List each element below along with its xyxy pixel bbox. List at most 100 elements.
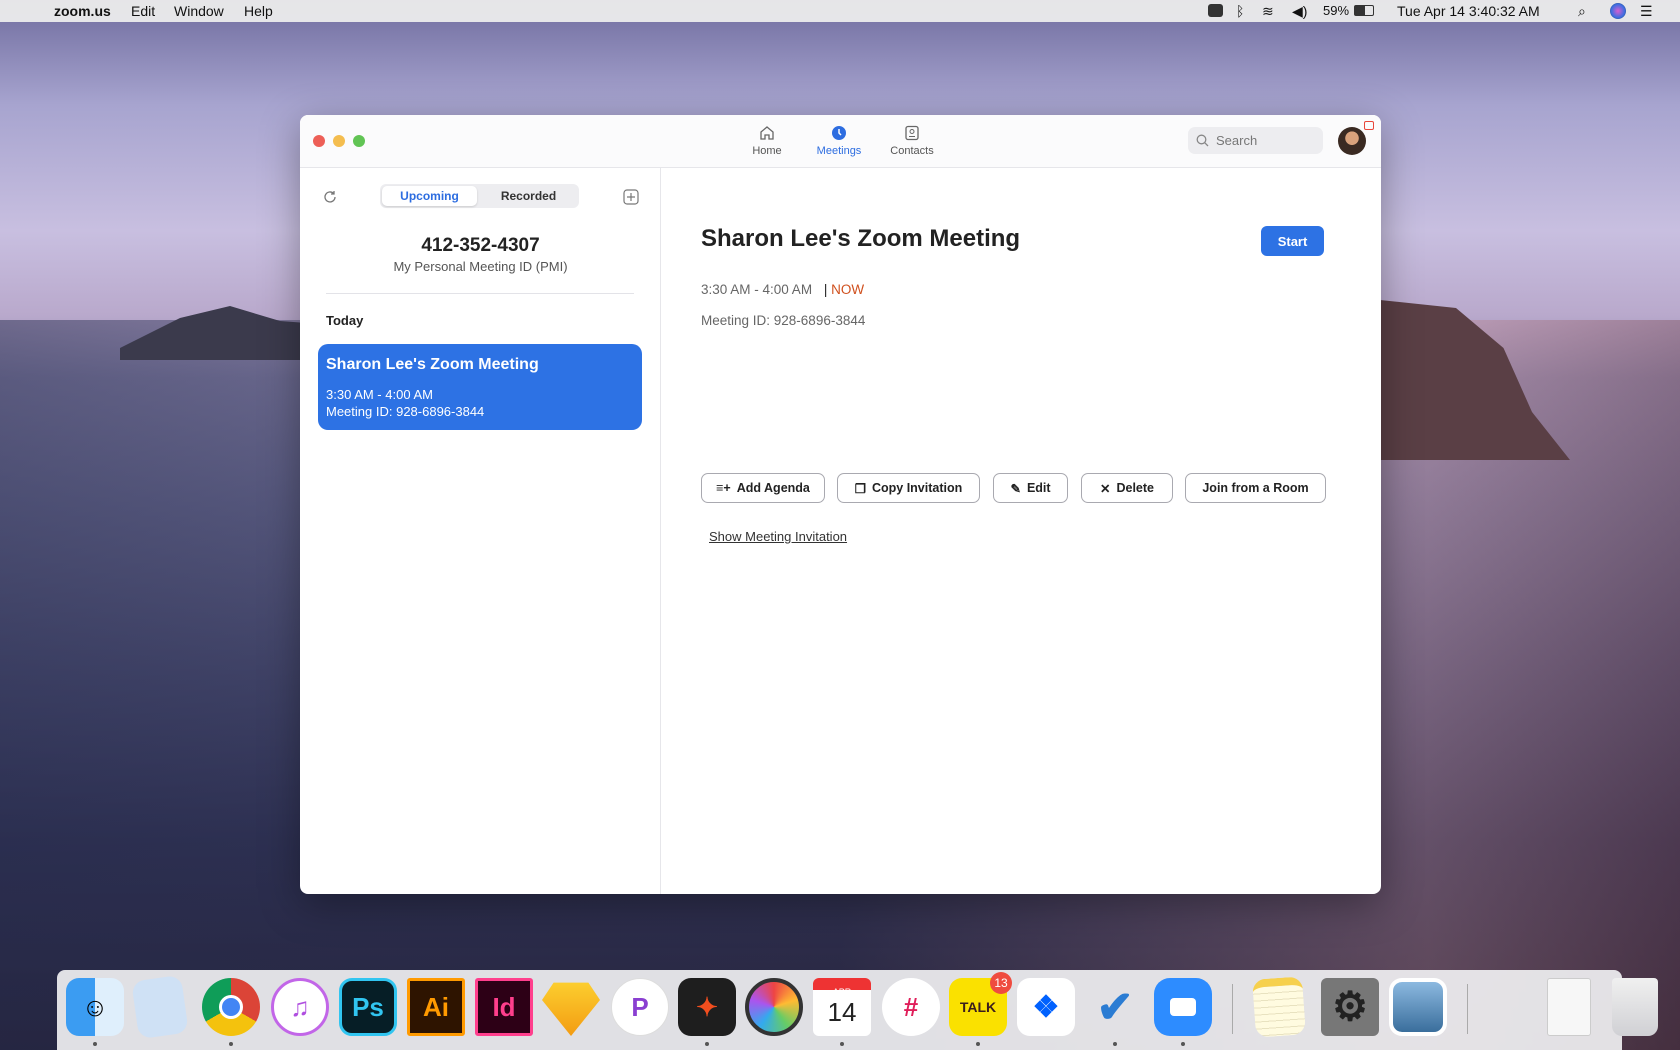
- siri-icon[interactable]: [1610, 3, 1626, 19]
- tab-contacts[interactable]: Contacts: [877, 125, 947, 157]
- meeting-title: Sharon Lee's Zoom Meeting: [701, 225, 1021, 252]
- pencil-icon: ✎: [1010, 481, 1021, 496]
- meeting-item-time: 3:30 AM - 4:00 AM: [326, 387, 433, 402]
- dock-separator: [1467, 984, 1468, 1034]
- zoom-window: Home Meetings Contacts Search Upcoming R…: [300, 115, 1381, 894]
- divider: [326, 293, 634, 294]
- meeting-detail: Sharon Lee's Zoom Meeting Start 3:30 AM …: [661, 168, 1381, 894]
- chrome-icon[interactable]: [202, 978, 260, 1036]
- bluetooth-icon[interactable]: ᛒ: [1236, 3, 1244, 19]
- wifi-icon[interactable]: ≋: [1262, 3, 1274, 20]
- notification-center-icon[interactable]: ☰: [1640, 3, 1653, 20]
- illustrator-icon[interactable]: Ai: [407, 978, 465, 1036]
- tab-recorded[interactable]: Recorded: [480, 186, 577, 206]
- color-picker-icon[interactable]: [745, 978, 803, 1036]
- running-indicator: [840, 1042, 844, 1046]
- volume-icon[interactable]: ◀): [1292, 3, 1307, 20]
- show-invitation-link[interactable]: Show Meeting Invitation: [709, 529, 847, 544]
- minimize-window-button[interactable]: [333, 135, 345, 147]
- running-indicator: [93, 1042, 97, 1046]
- tab-home-label: Home: [752, 145, 782, 157]
- calendar-day: 14: [827, 996, 857, 1027]
- running-indicator: [1181, 1042, 1185, 1046]
- photoshop-icon[interactable]: Ps: [339, 978, 397, 1036]
- pmi-number[interactable]: 412-352-4307: [300, 235, 661, 257]
- system-preferences-icon[interactable]: ⚙: [1321, 978, 1379, 1036]
- menu-edit[interactable]: Edit: [131, 3, 155, 19]
- time-separator: |: [823, 282, 828, 297]
- tab-meetings[interactable]: Meetings: [804, 125, 874, 157]
- dock: ☺ ♫ Ps Ai Id P ✦ APR 14 # TALK 13 ❖ ✔ ⚙: [57, 970, 1658, 1050]
- maximize-window-button[interactable]: [353, 135, 365, 147]
- avatar[interactable]: [1338, 127, 1366, 155]
- running-indicator: [229, 1042, 233, 1046]
- menu-window[interactable]: Window: [174, 3, 224, 19]
- now-badge: NOW: [831, 282, 865, 297]
- zoom-status-icon[interactable]: [1208, 4, 1223, 17]
- battery-icon[interactable]: [1354, 5, 1374, 16]
- mail-icon[interactable]: [131, 974, 189, 1040]
- join-from-room-button[interactable]: Join from a Room: [1185, 473, 1326, 503]
- running-indicator: [1113, 1042, 1117, 1046]
- clock[interactable]: Tue Apr 14 3:40:32 AM: [1397, 3, 1540, 19]
- search-placeholder: Search: [1216, 133, 1258, 148]
- home-icon: [760, 126, 774, 140]
- spotlight-icon[interactable]: ⌕: [1578, 3, 1586, 20]
- disk-image-icon[interactable]: [1547, 978, 1591, 1036]
- notes-icon[interactable]: [1252, 976, 1306, 1038]
- calendar-month: APR: [832, 986, 852, 997]
- tab-meetings-label: Meetings: [816, 145, 862, 157]
- add-meeting-icon[interactable]: [623, 189, 639, 205]
- tab-contacts-label: Contacts: [890, 145, 934, 157]
- figma-icon[interactable]: ✦: [678, 978, 736, 1036]
- delete-button[interactable]: ✕ Delete: [1081, 473, 1173, 503]
- menu-app[interactable]: zoom.us: [54, 3, 111, 19]
- pmi-label: My Personal Meeting ID (PMI): [393, 259, 568, 274]
- copy-invitation-button[interactable]: ❐ Copy Invitation: [837, 473, 980, 503]
- menu-help[interactable]: Help: [244, 3, 273, 19]
- trash-icon[interactable]: [1612, 978, 1658, 1036]
- meeting-time: 3:30 AM - 4:00 AM: [701, 282, 813, 297]
- contacts-icon: [905, 125, 919, 141]
- indesign-icon[interactable]: Id: [475, 978, 533, 1036]
- add-agenda-button[interactable]: ≡+ Add Agenda: [701, 473, 825, 503]
- segmented-control: Upcoming Recorded: [380, 184, 579, 208]
- search-icon: [1196, 134, 1209, 147]
- meeting-list-item[interactable]: Sharon Lee's Zoom Meeting 3:30 AM - 4:00…: [318, 344, 642, 430]
- agenda-icon: ≡+: [716, 481, 731, 495]
- running-indicator: [705, 1042, 709, 1046]
- sketch-icon[interactable]: [542, 982, 600, 1036]
- search-input[interactable]: Search: [1188, 127, 1323, 154]
- finder-icon[interactable]: ☺: [66, 978, 124, 1036]
- dropbox-icon[interactable]: ❖: [1017, 978, 1075, 1036]
- running-indicator: [976, 1042, 980, 1046]
- meetings-sidebar: Upcoming Recorded 412-352-4307 My Person…: [300, 168, 661, 894]
- add-agenda-label: Add Agenda: [736, 481, 810, 495]
- meeting-item-id: Meeting ID: 928-6896-3844: [326, 404, 485, 419]
- copy-invitation-label: Copy Invitation: [871, 481, 963, 495]
- meeting-item-title: Sharon Lee's Zoom Meeting: [326, 356, 539, 373]
- close-icon: ✕: [1099, 481, 1111, 496]
- slack-icon[interactable]: #: [882, 978, 940, 1036]
- refresh-icon[interactable]: [323, 190, 337, 204]
- edit-label: Edit: [1026, 481, 1051, 495]
- title-bar: Home Meetings Contacts Search: [300, 115, 1381, 168]
- meeting-id: Meeting ID: 928-6896-3844: [701, 313, 866, 328]
- clock-icon: [832, 126, 846, 140]
- dock-separator: [1232, 984, 1233, 1034]
- todo-icon[interactable]: ✔: [1086, 978, 1144, 1036]
- section-today: Today: [326, 313, 364, 328]
- tab-upcoming[interactable]: Upcoming: [382, 186, 477, 206]
- zoom-app-icon[interactable]: [1154, 978, 1212, 1036]
- edit-button[interactable]: ✎ Edit: [993, 473, 1068, 503]
- calendar-icon[interactable]: APR 14: [813, 978, 871, 1036]
- start-button[interactable]: Start: [1261, 226, 1324, 256]
- notification-badge: 13: [990, 972, 1012, 994]
- preview-icon[interactable]: [1389, 978, 1447, 1036]
- tab-home[interactable]: Home: [732, 125, 802, 157]
- calendar-badge-icon: [1364, 121, 1374, 130]
- pastel-icon[interactable]: P: [611, 978, 669, 1036]
- itunes-icon[interactable]: ♫: [271, 978, 329, 1036]
- copy-icon: ❐: [854, 481, 866, 496]
- close-window-button[interactable]: [313, 135, 325, 147]
